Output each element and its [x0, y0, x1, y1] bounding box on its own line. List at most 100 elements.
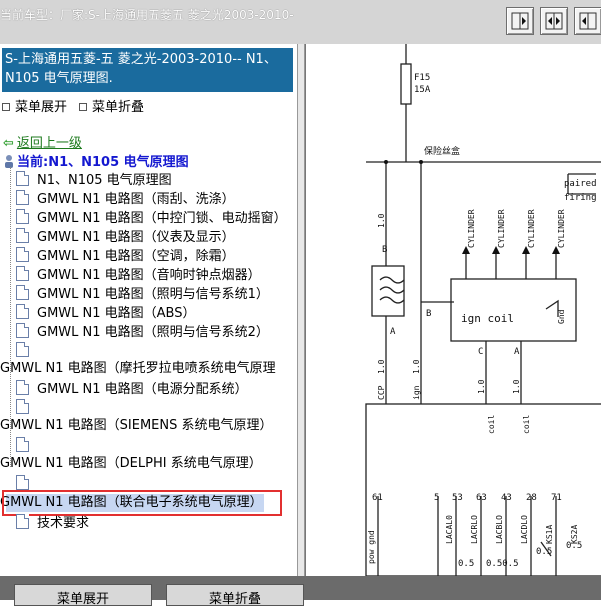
panel-split-button[interactable] — [540, 7, 568, 35]
wire-gauge-label: 1.0 — [377, 213, 386, 228]
diagram-viewer: F15 15A 保险丝盒 paired firing ign coil B B … — [305, 44, 601, 577]
coil-label: coil — [522, 415, 531, 434]
collapse-icon — [79, 103, 88, 111]
power-label: 保险丝盒 — [424, 145, 460, 157]
tree-item[interactable]: GMWL N1 电路图（仪表及显示） — [16, 228, 235, 246]
expand-menu-label: 菜单展开 — [15, 100, 68, 115]
wire-gauge-label: 1.0 — [512, 379, 521, 394]
current-node-label: 当前:N1、N105 电气原理图 — [17, 155, 189, 170]
pin-53-label: 53 — [452, 493, 463, 503]
highlight-box — [2, 490, 282, 516]
tree-item[interactable]: GMWL N1 电路图（空调，除霜） — [16, 247, 235, 265]
value-label: 0.5 — [536, 547, 552, 557]
tree-item[interactable]: GMWL N1 电路图（照明与信号系统2） — [16, 323, 269, 341]
panel-left-icon — [511, 12, 529, 30]
pin-c-label: C — [478, 347, 483, 357]
document-icon — [16, 171, 29, 186]
pin-28-label: 28 — [526, 493, 537, 503]
tree-item[interactable]: GMWL N1 电路图（音响时钟点烟器） — [16, 266, 261, 284]
car-model-label: 当前车型：厂家:S-上海通用五菱五 菱之光2003-2010- — [0, 8, 294, 22]
tree-group[interactable]: GMWL N1 电路图（摩托罗拉电喷系统电气原理 — [0, 361, 276, 377]
pin-61-label: 61 — [372, 493, 383, 503]
document-icon — [16, 514, 29, 529]
coil-label: coil — [487, 415, 496, 434]
tree-item[interactable] — [16, 342, 37, 360]
back-link[interactable]: ⇦ 返回上一级 — [3, 132, 82, 151]
panel-splitter[interactable] — [297, 44, 305, 576]
paired-label: paired — [564, 179, 597, 189]
section-title-box: S-上海通用五菱-五 菱之光-2003-2010-- N1、N105 电气原理图… — [2, 48, 293, 92]
bottom-bar: 菜单展开 菜单折叠 — [0, 576, 601, 607]
cylinder-label: CYLINDER — [467, 209, 476, 248]
panel-right-button[interactable] — [574, 7, 601, 35]
tree-item[interactable]: GMWL N1 电路图（中控门锁、电动摇窗） — [16, 209, 287, 227]
panel-right-icon — [579, 12, 597, 30]
lac-label: LACBLO — [495, 515, 504, 544]
firing-label: firing — [564, 193, 597, 203]
wire-gauge-label: 1.0 — [477, 379, 486, 394]
current-node[interactable]: 当前:N1、N105 电气原理图 — [3, 151, 189, 170]
pin-a2-label: A — [514, 347, 520, 357]
collapse-menu-label: 菜单折叠 — [92, 100, 145, 115]
pin-63-label: 63 — [476, 493, 487, 503]
document-icon — [16, 285, 29, 300]
back-arrow-icon: ⇦ — [3, 136, 14, 151]
collapse-all-button[interactable]: 菜单折叠 — [166, 584, 304, 607]
collapse-menu-link[interactable]: 菜单折叠 — [79, 100, 144, 115]
expand-menu-link[interactable]: 菜单展开 — [2, 100, 67, 115]
document-icon — [16, 475, 29, 490]
tree-item[interactable] — [16, 399, 37, 417]
document-icon — [16, 399, 29, 414]
pow-gnd-label: pow gnd — [367, 530, 376, 564]
panel-split-icon — [545, 12, 563, 30]
wire-gauge-label: 1.0 — [377, 359, 386, 374]
document-icon — [16, 190, 29, 205]
tree-group[interactable]: GMWL N1 电路图（SIEMENS 系统电气原理） — [0, 418, 273, 434]
document-icon — [16, 247, 29, 262]
document-icon — [16, 209, 29, 224]
section-title: S-上海通用五菱-五 菱之光-2003-2010-- N1、N105 电气原理图… — [5, 52, 277, 86]
document-icon — [16, 304, 29, 319]
tree-item[interactable]: N1、N105 电气原理图 — [16, 171, 172, 189]
wire-gauge-label: 1.0 — [412, 359, 421, 374]
pin-71-label: 71 — [551, 493, 562, 503]
cylinder-label: CYLINDER — [527, 209, 536, 248]
pin-5-label: 5 — [434, 493, 439, 503]
document-icon — [16, 266, 29, 281]
gnd-label: Gnd — [557, 309, 566, 324]
document-icon — [16, 437, 29, 452]
tree-item[interactable]: GMWL N1 电路图（ABS） — [16, 304, 195, 322]
menu-controls: 菜单展开 菜单折叠 — [2, 96, 144, 115]
ks-label: KS1A — [545, 525, 554, 544]
tree-item[interactable] — [16, 437, 37, 455]
expand-all-button[interactable]: 菜单展开 — [14, 584, 152, 607]
cylinder-label: CYLINDER — [557, 209, 566, 248]
tree-group[interactable]: GMWL N1 电路图（DELPHI 系统电气原理） — [0, 456, 262, 472]
tree-item[interactable]: GMWL N1 电路图（电源分配系统） — [16, 380, 248, 398]
tree-item[interactable]: GMWL N1 电路图（雨刮、洗涤） — [16, 190, 235, 208]
lac-label: LACDLO — [520, 515, 529, 544]
tree-item[interactable]: GMWL N1 电路图（照明与信号系统1） — [16, 285, 269, 303]
fuse-amp-label: 15A — [414, 85, 431, 95]
pin-b-label: B — [382, 245, 387, 255]
panel-left-button[interactable] — [506, 7, 534, 35]
cylinder-label: CYLINDER — [497, 209, 506, 248]
expand-icon — [2, 103, 10, 111]
lac-label: LACRLO — [470, 515, 479, 544]
value-label: 0.50.5 — [486, 559, 519, 569]
ign-coil-label: ign coil — [461, 312, 514, 325]
back-label: 返回上一级 — [16, 136, 82, 151]
navigation-panel: S-上海通用五菱-五 菱之光-2003-2010-- N1、N105 电气原理图… — [0, 44, 298, 576]
user-node-icon — [5, 155, 13, 168]
ccp-label: CCP — [377, 385, 386, 400]
tree-item[interactable]: 技术要求 — [16, 514, 89, 532]
document-icon — [16, 228, 29, 243]
lac-label: LACAL0 — [445, 515, 454, 544]
wiring-diagram: F15 15A 保险丝盒 paired firing ign coil B B … — [365, 44, 601, 577]
fuse-label: F15 — [414, 73, 430, 83]
ign-label: ign — [412, 385, 421, 400]
document-icon — [16, 323, 29, 338]
document-icon — [16, 342, 29, 357]
pin-43-label: 43 — [501, 493, 512, 503]
ks-label: KS2A — [570, 525, 579, 544]
